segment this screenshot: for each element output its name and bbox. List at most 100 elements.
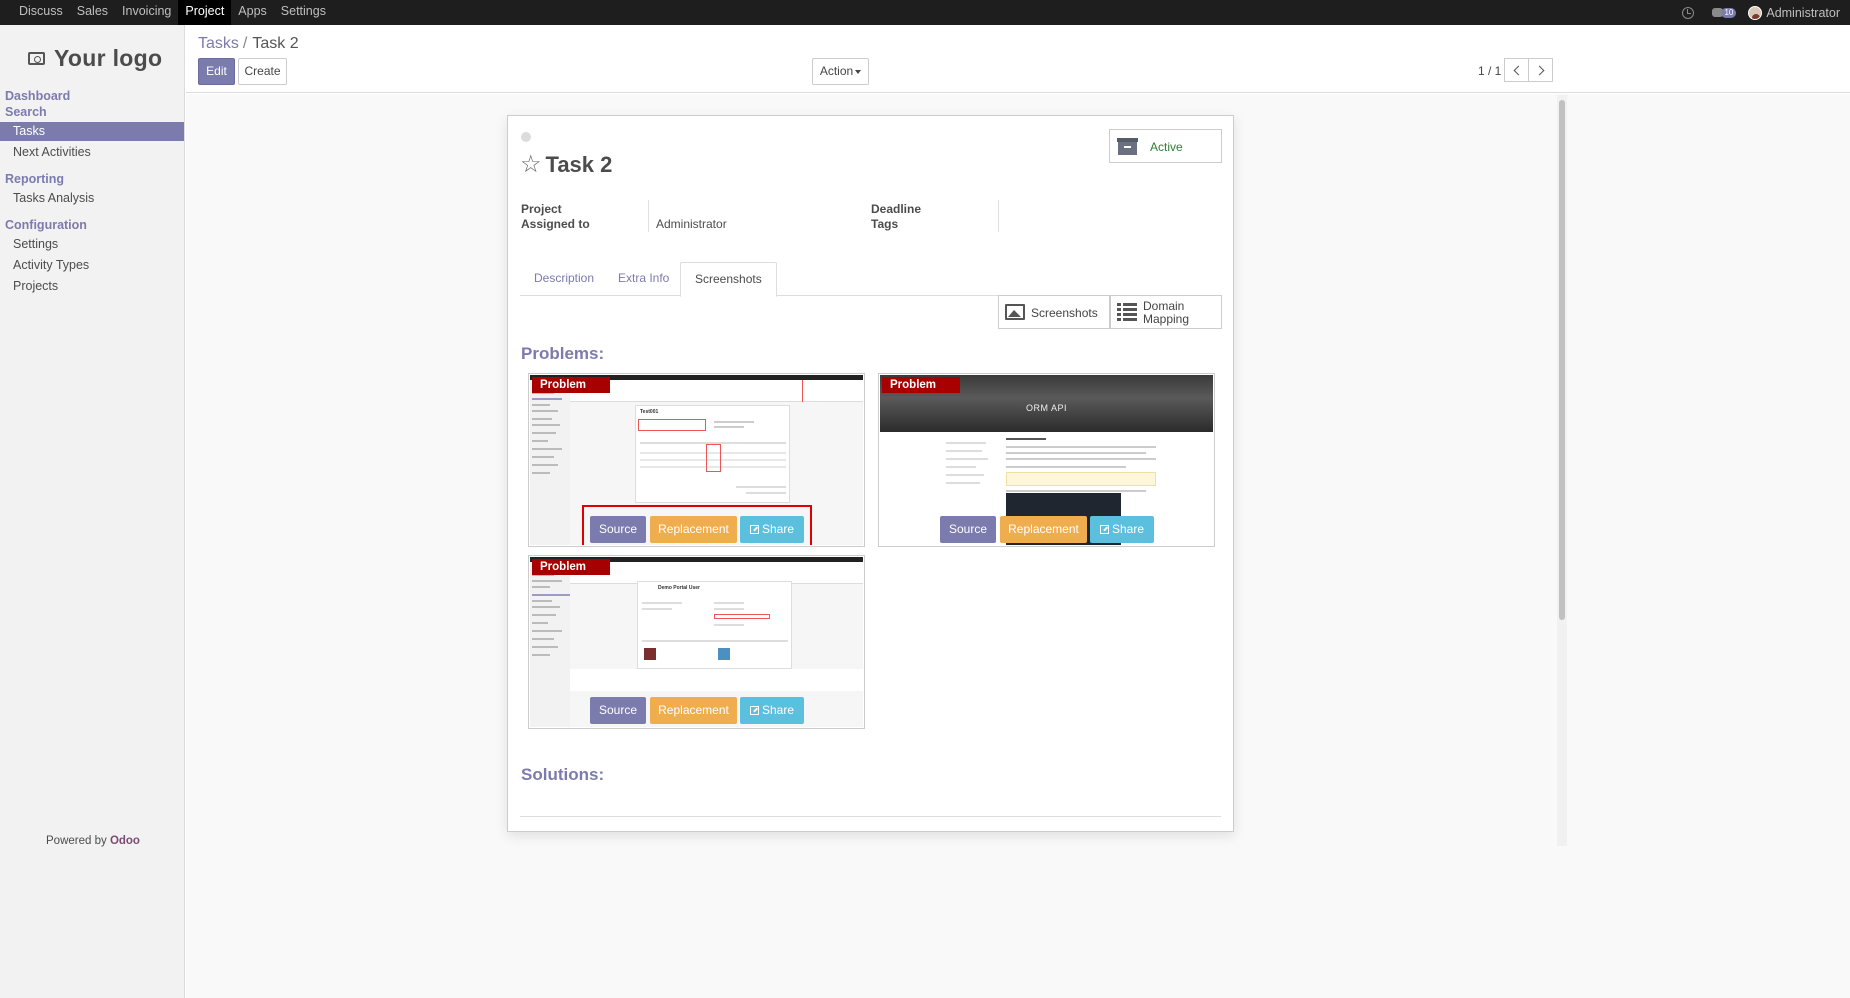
active-label: Active: [1150, 140, 1183, 154]
pager-next-button[interactable]: [1528, 58, 1553, 82]
menu-invoicing[interactable]: Invoicing: [115, 0, 178, 25]
assigned-to-field[interactable]: Administrator: [656, 217, 727, 231]
assigned-to-label: Assigned to: [521, 217, 590, 231]
source-button[interactable]: Source: [940, 516, 996, 543]
menu-apps[interactable]: Apps: [231, 0, 274, 25]
share-button[interactable]: Share: [740, 697, 804, 724]
problem-card-2: ORM API Problem Source Replacement Share: [878, 373, 1215, 547]
top-navbar: Discuss Sales Invoicing Project Apps Set…: [0, 0, 1850, 25]
solutions-divider: [520, 816, 1221, 817]
edit-button[interactable]: Edit: [198, 58, 235, 85]
problem-ribbon: Problem: [532, 377, 610, 393]
tab-extra-info[interactable]: Extra Info: [604, 262, 683, 296]
camera-icon: [28, 52, 45, 65]
company-logo[interactable]: Your logo: [28, 45, 162, 72]
thumb-title: Test001: [640, 409, 659, 415]
image-icon: [1005, 304, 1025, 320]
list-icon: [1117, 303, 1137, 321]
domain-mapping-stat-button[interactable]: Domain Mapping: [1110, 295, 1222, 329]
project-label: Project: [521, 202, 562, 216]
screenshot-thumbnail[interactable]: ORM API Problem Source Replacement Share: [880, 375, 1213, 545]
create-button[interactable]: Create: [238, 58, 287, 85]
control-panel: Tasks / Task 2 Edit Create Action 1 / 1: [186, 25, 1850, 93]
thumb-form: Demo Portal User: [637, 581, 792, 669]
systray: 10 Administrator: [1682, 0, 1850, 25]
notebook-tabs: Description Extra Info Screenshots: [520, 262, 1221, 297]
sidebar-section-reporting[interactable]: Reporting: [5, 172, 64, 186]
messages-badge: 10: [1721, 7, 1737, 18]
sidebar-section-configuration[interactable]: Configuration: [5, 218, 87, 232]
sidebar-section-search[interactable]: Search: [5, 105, 47, 119]
replacement-button[interactable]: Replacement: [1000, 516, 1087, 543]
thumb-sidebar: [530, 380, 570, 545]
sidebar-item-projects[interactable]: Projects: [0, 277, 184, 296]
domain-mapping-label-2: Mapping: [1143, 312, 1190, 326]
sidebar-item-next-activities[interactable]: Next Activities: [0, 143, 184, 162]
title-row: ☆ Task 2: [520, 152, 612, 178]
user-menu[interactable]: Administrator: [1766, 6, 1840, 20]
field-divider: [648, 200, 649, 232]
tags-label: Tags: [871, 217, 899, 231]
chevron-right-icon: [1534, 65, 1545, 76]
solutions-heading: Solutions:: [521, 765, 605, 784]
sidebar: Your logo Dashboard Search Tasks Next Ac…: [0, 25, 185, 998]
active-toggle-button[interactable]: Active: [1109, 129, 1222, 163]
thumb-form: Test001: [635, 405, 790, 503]
share-label: Share: [1111, 522, 1145, 536]
logo-text: Your logo: [54, 45, 163, 71]
breadcrumb: Tasks / Task 2: [198, 35, 299, 53]
problem-ribbon: Problem: [532, 559, 610, 575]
screenshot-thumbnail[interactable]: Demo Portal User Problem Source Replacem…: [530, 557, 863, 727]
source-button[interactable]: Source: [590, 697, 646, 724]
field-divider: [998, 200, 999, 232]
menu-sales[interactable]: Sales: [70, 0, 115, 25]
breadcrumb-separator: /: [242, 35, 248, 52]
menu-settings[interactable]: Settings: [274, 0, 333, 25]
powered-by: Powered by Odoo: [46, 835, 140, 847]
caret-down-icon: [855, 69, 862, 74]
sidebar-item-activity-types[interactable]: Activity Types: [0, 256, 184, 275]
tab-screenshots[interactable]: Screenshots: [680, 262, 777, 297]
menu-project[interactable]: Project: [178, 0, 232, 25]
messages-button[interactable]: 10: [1712, 7, 1737, 18]
thumb-footer: [570, 669, 863, 691]
tab-description[interactable]: Description: [520, 262, 608, 296]
app-menu: Discuss Sales Invoicing Project Apps Set…: [12, 0, 333, 25]
thumb-sidebar: [530, 562, 570, 727]
scrollbar-thumb[interactable]: [1559, 100, 1565, 620]
share-icon: [1099, 525, 1109, 534]
share-label: Share: [761, 703, 795, 717]
screenshots-stat-button[interactable]: Screenshots: [998, 295, 1110, 329]
sidebar-item-settings[interactable]: Settings: [0, 235, 184, 254]
pager-previous-button[interactable]: [1504, 58, 1529, 82]
problem-card-3: Demo Portal User Problem Source Replacem…: [528, 555, 865, 729]
task-title: Task 2: [545, 152, 613, 177]
breadcrumb-tasks[interactable]: Tasks: [198, 35, 239, 52]
thumb-control: [570, 380, 863, 402]
problems-heading: Problems:: [521, 344, 605, 363]
thumb-title: Demo Portal User: [658, 585, 700, 591]
screenshots-stat-label: Screenshots: [1031, 306, 1098, 320]
powered-by-text: Powered by: [46, 835, 110, 847]
breadcrumb-current: Task 2: [252, 35, 299, 52]
star-icon[interactable]: ☆: [520, 153, 542, 177]
deadline-label: Deadline: [871, 202, 922, 216]
problem-card-1: Test001 Problem Source Replacement Share: [528, 373, 865, 547]
screenshot-thumbnail[interactable]: Test001 Problem Source Replacement Share: [530, 375, 863, 545]
form-sheet: Active ☆ Task 2 Project Assigned to Admi…: [507, 115, 1234, 832]
activity-clock-icon[interactable]: [1682, 6, 1695, 19]
sidebar-item-tasks[interactable]: Tasks: [0, 122, 184, 141]
action-dropdown[interactable]: Action: [812, 58, 869, 85]
highlight-box: [582, 505, 812, 545]
menu-discuss[interactable]: Discuss: [12, 0, 70, 25]
share-button[interactable]: Share: [1090, 516, 1154, 543]
pager-value[interactable]: 1 / 1: [1478, 64, 1501, 78]
odoo-link[interactable]: Odoo: [110, 835, 140, 847]
share-icon: [749, 706, 759, 715]
sidebar-section-dashboard[interactable]: Dashboard: [5, 89, 70, 103]
replacement-button[interactable]: Replacement: [650, 697, 737, 724]
sidebar-item-tasks-analysis[interactable]: Tasks Analysis: [0, 189, 184, 208]
archive-icon: [1117, 138, 1138, 155]
kanban-state-dot[interactable]: [521, 132, 531, 142]
user-avatar[interactable]: [1748, 5, 1763, 20]
